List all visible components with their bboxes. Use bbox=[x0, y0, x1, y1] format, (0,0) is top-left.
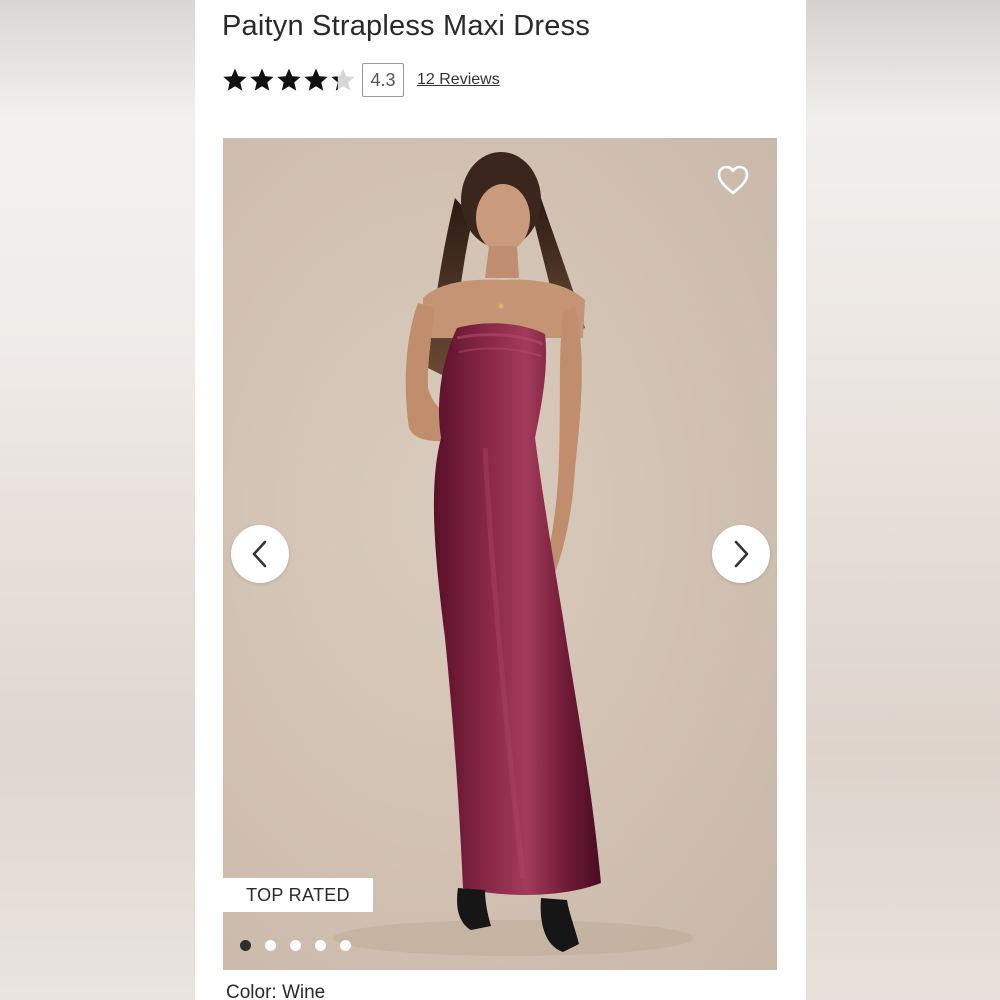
star-icon bbox=[304, 68, 328, 91]
star-icon bbox=[277, 68, 301, 91]
selected-color-label: Color: Wine bbox=[226, 982, 326, 1000]
product-title: Paityn Strapless Maxi Dress bbox=[222, 10, 591, 42]
pagination-dot[interactable] bbox=[340, 940, 351, 951]
top-rated-badge: TOP RATED bbox=[223, 878, 373, 912]
reviews-link[interactable]: 12 Reviews bbox=[417, 71, 500, 89]
blurred-background-right bbox=[805, 0, 1000, 1000]
previous-image-button[interactable] bbox=[231, 525, 289, 583]
pagination-dot[interactable] bbox=[290, 940, 301, 951]
chevron-left-icon bbox=[252, 540, 267, 568]
pagination-dot[interactable] bbox=[265, 940, 276, 951]
blurred-background-left bbox=[0, 0, 195, 1000]
product-card: Paityn Strapless Maxi Dress 4.3 12 Revie… bbox=[195, 0, 806, 1000]
model-photo bbox=[333, 152, 693, 956]
chevron-right-icon bbox=[734, 540, 749, 568]
star-icon bbox=[223, 68, 247, 91]
product-image-gallery[interactable]: TOP RATED bbox=[223, 138, 777, 970]
favorite-button[interactable] bbox=[713, 160, 753, 200]
rating-value: 4.3 bbox=[362, 63, 404, 97]
screenshot-stage: Paityn Strapless Maxi Dress 4.3 12 Revie… bbox=[0, 0, 1000, 1000]
star-rating bbox=[222, 67, 357, 93]
rating-row: 4.3 12 Reviews bbox=[222, 63, 500, 97]
pagination-dot[interactable] bbox=[240, 940, 251, 951]
image-pagination-dots bbox=[240, 940, 365, 951]
star-icon bbox=[250, 68, 274, 91]
pagination-dot[interactable] bbox=[315, 940, 326, 951]
next-image-button[interactable] bbox=[712, 525, 770, 583]
heart-icon bbox=[717, 165, 749, 195]
star-icon bbox=[331, 68, 355, 91]
